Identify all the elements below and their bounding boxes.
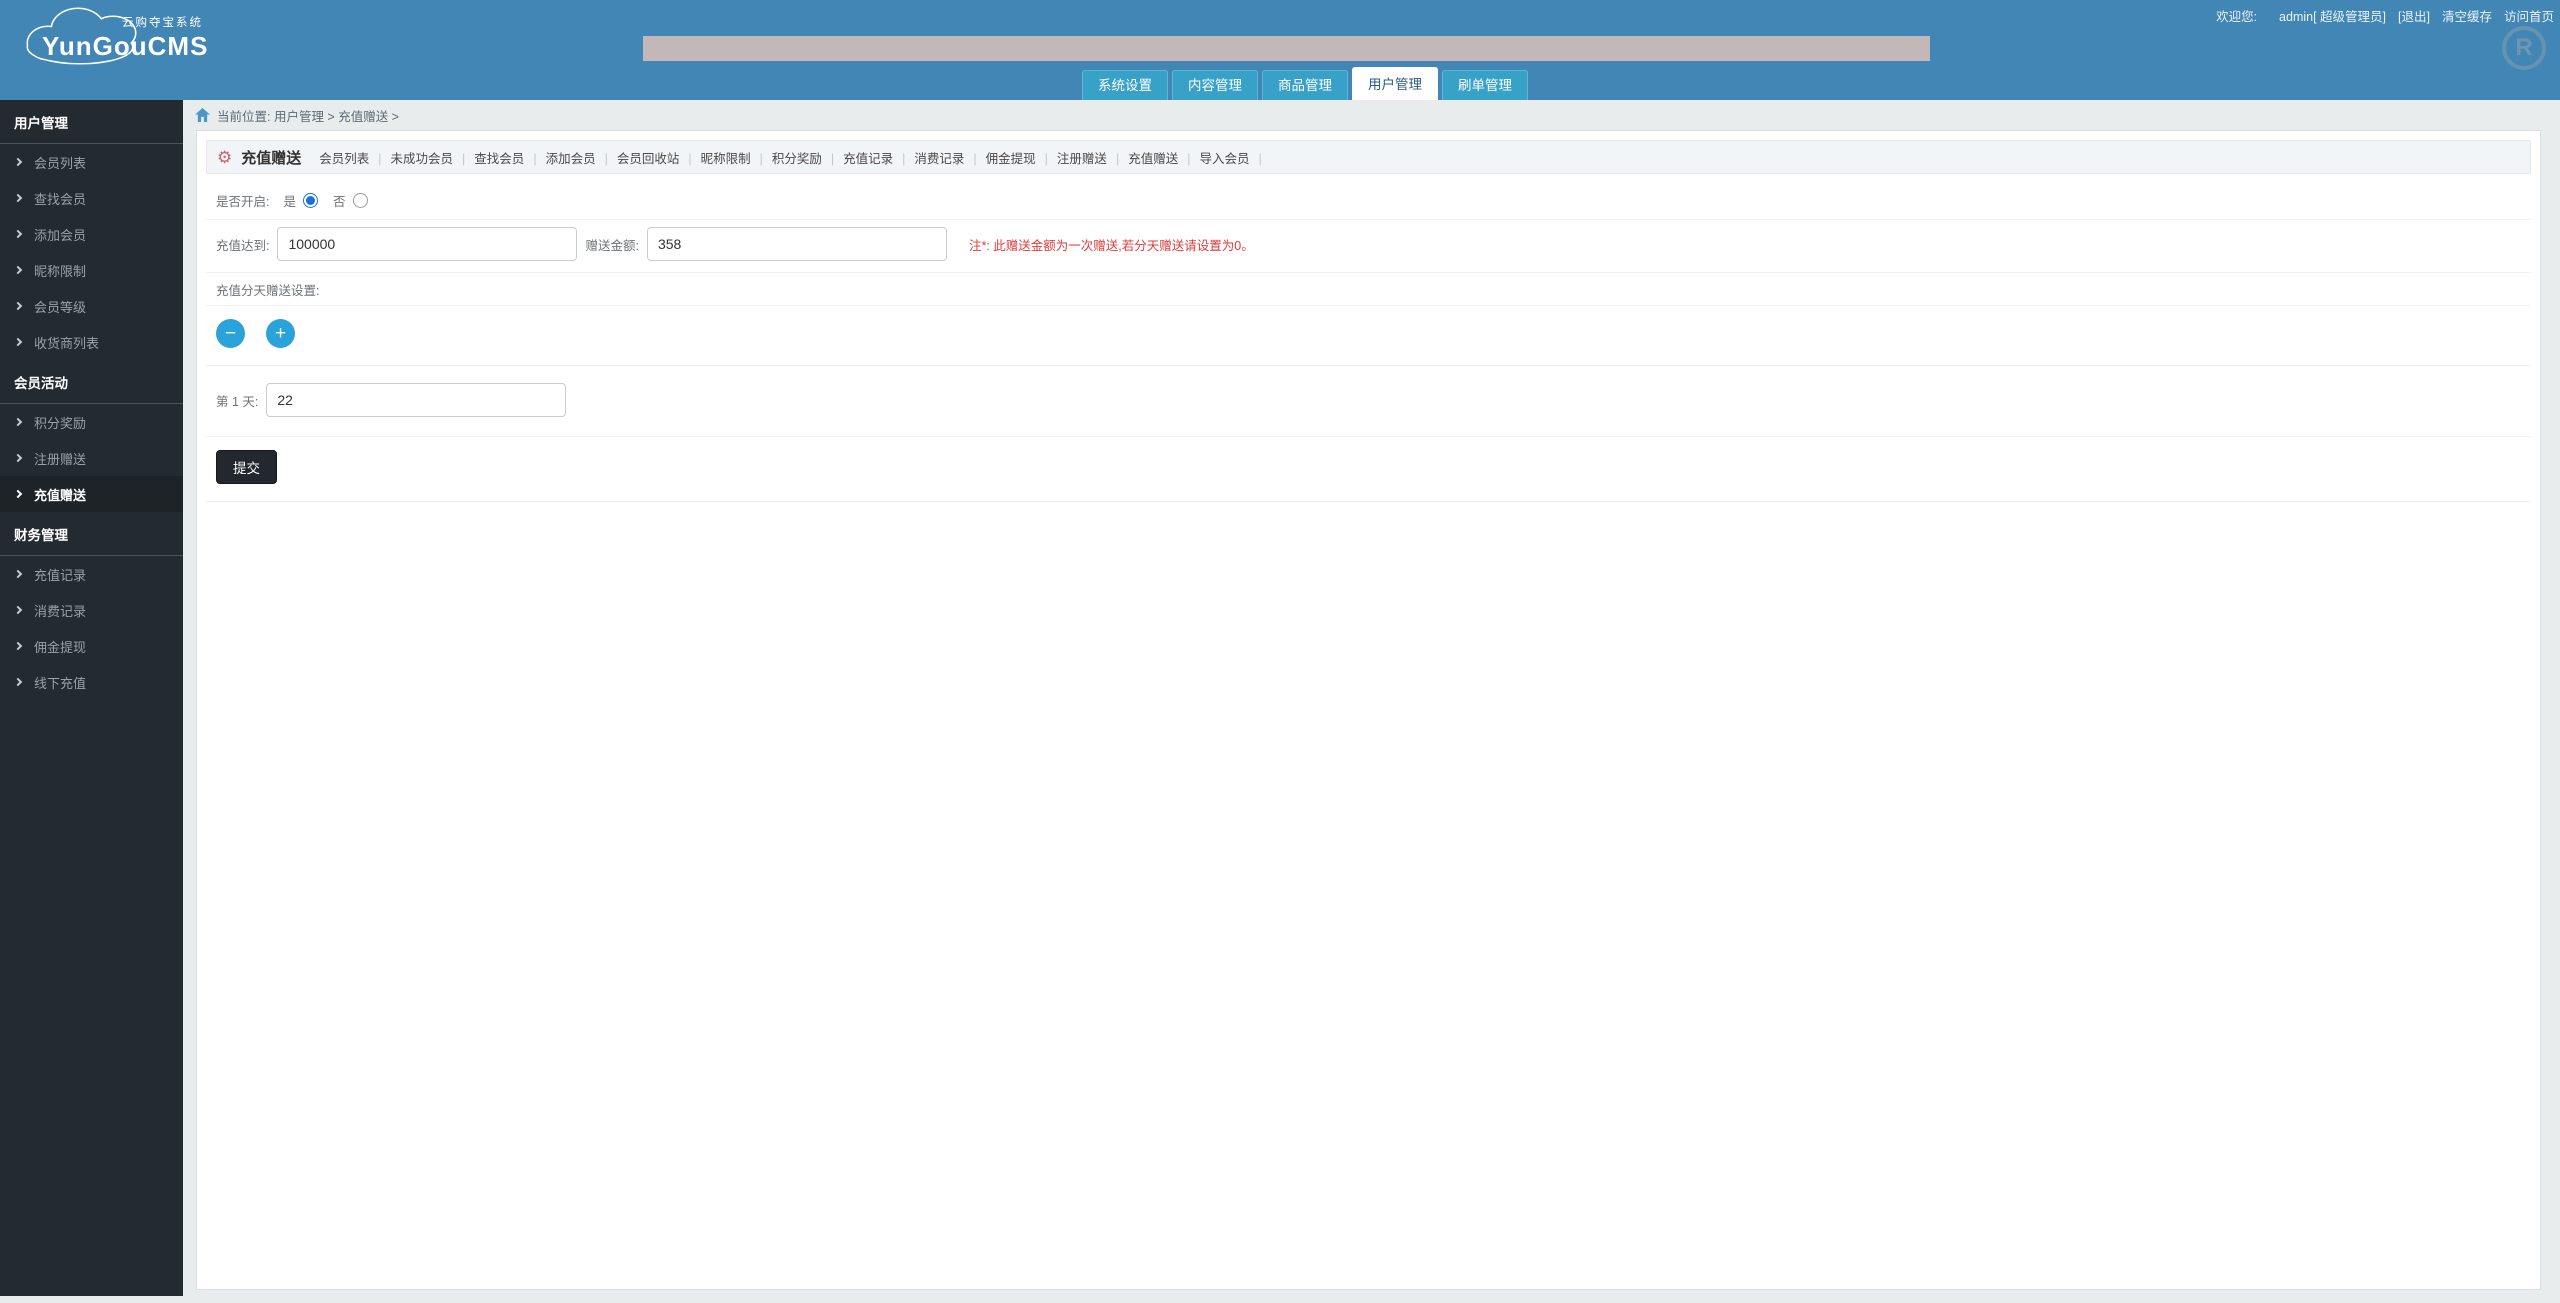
current-user-label: admin[ 超级管理员] xyxy=(2279,6,2386,25)
day1-amount-input[interactable] xyxy=(266,383,566,417)
sidebar-item-points-reward[interactable]: 积分奖励 xyxy=(0,404,183,440)
link-register-gift[interactable]: 注册赠送 xyxy=(1057,148,1128,167)
chevron-right-icon xyxy=(14,570,22,578)
chevron-right-icon xyxy=(14,158,22,166)
main-nav-tabs: 系统设置 内容管理 商品管理 用户管理 刷单管理 xyxy=(1078,67,1528,100)
chevron-right-icon xyxy=(14,678,22,686)
chevron-right-icon xyxy=(14,606,22,614)
sidebar-item-register-gift[interactable]: 注册赠送 xyxy=(0,440,183,476)
announcement-bar xyxy=(643,36,1930,61)
app-header: 云购夺宝系统 YunGouCMS 欢迎您: admin[ 超级管理员] [退出]… xyxy=(0,0,2560,100)
sidebar-item-nickname-limit[interactable]: 昵称限制 xyxy=(0,252,183,288)
tab-system-settings[interactable]: 系统设置 xyxy=(1082,70,1168,100)
tab-content-management[interactable]: 内容管理 xyxy=(1172,70,1258,100)
enable-label: 是否开启: xyxy=(216,191,269,210)
chevron-right-icon xyxy=(14,230,22,238)
sidebar-item-find-member[interactable]: 查找会员 xyxy=(0,180,183,216)
sidebar-item-consume-records[interactable]: 消费记录 xyxy=(0,592,183,628)
app-logo: 云购夺宝系统 YunGouCMS xyxy=(18,3,203,69)
tab-goods-management[interactable]: 商品管理 xyxy=(1262,70,1348,100)
submit-row: 提交 xyxy=(206,437,2531,502)
link-add-member[interactable]: 添加会员 xyxy=(546,148,617,167)
link-unsuccessful-members[interactable]: 未成功会员 xyxy=(391,148,475,167)
link-recharge-gift[interactable]: 充值赠送 xyxy=(1128,148,1199,167)
submit-button[interactable]: 提交 xyxy=(216,450,277,484)
chevron-right-icon xyxy=(14,418,22,426)
gear-icon: ⚙ xyxy=(217,149,232,166)
link-points-reward[interactable]: 积分奖励 xyxy=(772,148,843,167)
amounts-row: 充值达到: 赠送金额: 注*: 此赠送金额为一次赠送,若分天赠送请设置为0。 xyxy=(206,220,2531,273)
sidebar-section-finance-management: 财务管理 xyxy=(0,512,183,556)
chevron-right-icon xyxy=(14,642,22,650)
sidebar-item-offline-recharge[interactable]: 线下充值 xyxy=(0,664,183,700)
registered-trademark-watermark: R xyxy=(2502,26,2546,70)
recharge-amount-input[interactable] xyxy=(277,227,577,261)
clear-cache-link[interactable]: 清空缓存 xyxy=(2442,6,2492,25)
welcome-bar: 欢迎您: admin[ 超级管理员] [退出] 清空缓存 访问首页 xyxy=(2216,6,2554,25)
sidebar-item-recharge-records[interactable]: 充值记录 xyxy=(0,556,183,592)
breadcrumb-text: 当前位置: 用户管理 > 充值赠送 > xyxy=(217,106,399,125)
day1-label: 第 1 天: xyxy=(216,391,258,410)
brand-tagline: 云购夺宝系统 xyxy=(122,14,203,30)
link-recharge-records[interactable]: 充值记录 xyxy=(843,148,914,167)
daily-gift-section-row: 充值分天赠送设置: xyxy=(206,273,2531,306)
sidebar-section-user-management: 用户管理 xyxy=(0,100,183,144)
tab-user-management[interactable]: 用户管理 xyxy=(1352,67,1438,100)
enable-yes-radio[interactable] xyxy=(303,193,318,208)
enable-no-label: 否 xyxy=(333,191,346,210)
daily-gift-section-label: 充值分天赠送设置: xyxy=(216,280,319,299)
main-content-area: 当前位置: 用户管理 > 充值赠送 > ⚙ 充值赠送 会员列表 未成功会员 查找… xyxy=(183,100,2560,1303)
gift-amount-label: 赠送金额: xyxy=(585,235,638,254)
chevron-right-icon xyxy=(14,266,22,274)
chevron-right-icon xyxy=(14,490,22,498)
content-panel: ⚙ 充值赠送 会员列表 未成功会员 查找会员 添加会员 会员回收站 昵称限制 积… xyxy=(196,130,2541,1290)
add-day-button[interactable]: + xyxy=(266,319,295,348)
link-nickname-limit[interactable]: 昵称限制 xyxy=(701,148,772,167)
recharge-amount-label: 充值达到: xyxy=(216,235,269,254)
page-title: 充值赠送 xyxy=(241,147,301,168)
visit-homepage-link[interactable]: 访问首页 xyxy=(2504,6,2554,25)
welcome-prefix: 欢迎您: xyxy=(2216,6,2257,25)
chevron-right-icon xyxy=(14,338,22,346)
daily-gift-buttons-row: − + xyxy=(206,306,2531,366)
link-commission-withdraw[interactable]: 佣金提现 xyxy=(986,148,1057,167)
link-find-member[interactable]: 查找会员 xyxy=(474,148,545,167)
remove-day-button[interactable]: − xyxy=(216,319,245,348)
chevron-right-icon xyxy=(14,302,22,310)
logout-link[interactable]: [退出] xyxy=(2398,6,2430,25)
sidebar-section-member-activities: 会员活动 xyxy=(0,360,183,404)
gift-note: 注*: 此赠送金额为一次赠送,若分天赠送请设置为0。 xyxy=(969,235,1254,254)
sidebar-item-receiver-list[interactable]: 收货商列表 xyxy=(0,324,183,360)
enable-yes-label: 是 xyxy=(283,191,296,210)
sidebar-item-member-level[interactable]: 会员等级 xyxy=(0,288,183,324)
day1-row: 第 1 天: xyxy=(206,366,2531,437)
link-import-members[interactable]: 导入会员 xyxy=(1199,148,1270,167)
sidebar: 用户管理 会员列表 查找会员 添加会员 昵称限制 会员等级 收货商列表 会员活动… xyxy=(0,100,183,1296)
tab-order-brush-management[interactable]: 刷单管理 xyxy=(1442,70,1528,100)
sidebar-item-recharge-gift[interactable]: 充值赠送 xyxy=(0,476,183,512)
breadcrumb: 当前位置: 用户管理 > 充值赠送 > xyxy=(183,100,2560,130)
panel-header: ⚙ 充值赠送 会员列表 未成功会员 查找会员 添加会员 会员回收站 昵称限制 积… xyxy=(206,140,2531,174)
panel-nav-links: 会员列表 未成功会员 查找会员 添加会员 会员回收站 昵称限制 积分奖励 充值记… xyxy=(319,148,1270,167)
link-consume-records[interactable]: 消费记录 xyxy=(914,148,985,167)
sidebar-item-commission-withdraw[interactable]: 佣金提现 xyxy=(0,628,183,664)
enable-row: 是否开启: 是 否 xyxy=(206,182,2531,220)
minus-icon: − xyxy=(225,323,236,345)
brand-name: YunGouCMS xyxy=(42,31,208,62)
link-member-list[interactable]: 会员列表 xyxy=(319,148,390,167)
home-icon xyxy=(195,108,210,122)
link-member-recycle-bin[interactable]: 会员回收站 xyxy=(617,148,701,167)
sidebar-item-member-list[interactable]: 会员列表 xyxy=(0,144,183,180)
plus-icon: + xyxy=(275,323,286,345)
sidebar-item-add-member[interactable]: 添加会员 xyxy=(0,216,183,252)
gift-amount-input[interactable] xyxy=(647,227,947,261)
chevron-right-icon xyxy=(14,454,22,462)
chevron-right-icon xyxy=(14,194,22,202)
enable-no-radio[interactable] xyxy=(353,193,368,208)
